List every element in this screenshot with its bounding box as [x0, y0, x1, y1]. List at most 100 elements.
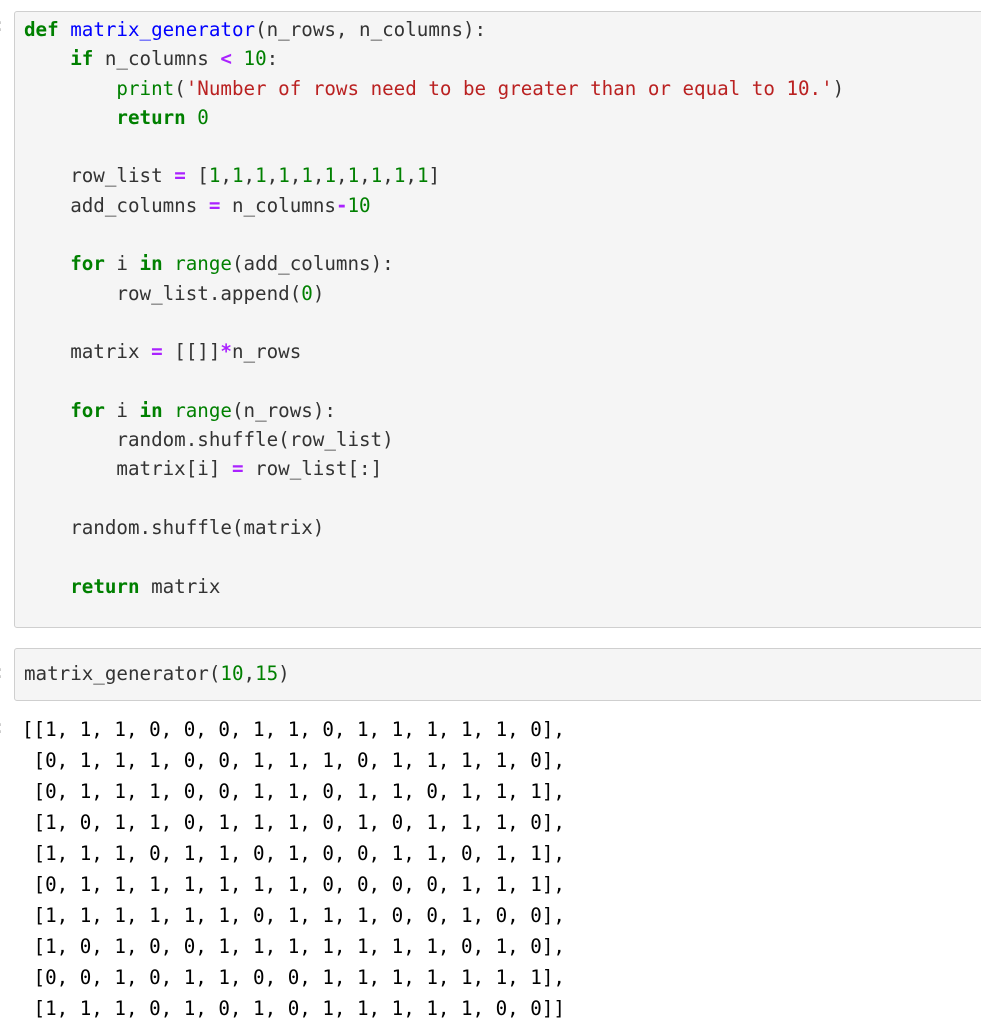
builtin-token: range: [174, 252, 232, 276]
code-text: random.shuffle(row_list): [24, 428, 394, 452]
code-text: [: [185, 164, 209, 188]
number-token: 1: [324, 164, 337, 188]
code-text: ,: [266, 164, 279, 188]
code-text: ,: [243, 164, 256, 188]
code-text: i: [104, 252, 140, 276]
number-token: 1: [370, 164, 383, 188]
keyword-token: return: [70, 574, 140, 598]
output-matrix-row: [1, 1, 1, 0, 1, 1, 0, 1, 0, 0, 1, 1, 0, …: [22, 842, 565, 865]
keyword-token: for: [70, 252, 105, 276]
operator-token: =: [208, 193, 221, 217]
number-token: 1: [347, 164, 360, 188]
number-token: 1: [416, 164, 429, 188]
cell-output-matrix: [[1, 1, 1, 0, 0, 0, 1, 1, 0, 1, 1, 1, 1,…: [22, 714, 565, 1024]
keyword-token: if: [70, 47, 94, 71]
number-token: 1: [393, 164, 406, 188]
code-text: ]: [428, 164, 441, 188]
code-text: ,: [405, 164, 417, 188]
code-line: matrix = [[]]*n_rows: [24, 337, 981, 366]
code-line: add_columns = n_columns-10: [24, 191, 981, 220]
output-matrix-row: [[1, 1, 1, 0, 0, 0, 1, 1, 0, 1, 1, 1, 1,…: [22, 718, 565, 741]
code-text: row_list[:]: [243, 457, 383, 481]
code-text: ,: [336, 164, 348, 188]
output-prompt: :: [0, 716, 5, 738]
output-matrix-row: [1, 1, 1, 1, 1, 1, 0, 1, 1, 1, 0, 0, 1, …: [22, 904, 565, 927]
keyword-token: in: [139, 252, 163, 276]
operator-token: *: [220, 340, 232, 364]
code-line: row_list.append(0): [24, 279, 981, 308]
code-text: matrix: [139, 574, 221, 598]
number-token: 1: [278, 164, 290, 188]
keyword-token: for: [70, 398, 105, 422]
code-editor[interactable]: matrix_generator(10,15): [15, 649, 981, 688]
code-text: n_columns: [93, 47, 221, 71]
code-text: matrix[i]: [24, 457, 232, 481]
code-text: ,: [220, 164, 232, 188]
code-text: ,: [289, 164, 302, 188]
builtin-token: range: [174, 398, 232, 422]
code-editor[interactable]: def matrix_generator(n_rows, n_columns):…: [15, 12, 981, 601]
output-matrix-row: [1, 1, 1, 0, 1, 0, 1, 0, 1, 1, 1, 1, 1, …: [22, 997, 565, 1020]
code-text: ): [832, 76, 845, 100]
code-text: ,: [382, 164, 394, 188]
code-text: i: [104, 398, 140, 422]
operator-token: <: [220, 47, 232, 71]
code-text: (add_columns):: [231, 252, 394, 276]
operator-token: -: [335, 193, 348, 217]
number-token: 10: [220, 662, 244, 685]
builtin-token: print: [116, 76, 175, 100]
code-text: n_rows: [231, 340, 302, 364]
code-line: ​: [24, 132, 981, 161]
code-text: matrix_generator(: [24, 662, 221, 685]
code-line: ​: [24, 542, 981, 571]
code-text: ,: [312, 164, 325, 188]
code-text: [[]]: [162, 340, 221, 364]
keyword-token: return: [116, 105, 186, 129]
number-token: 0: [197, 105, 209, 129]
number-token: 0: [301, 281, 313, 305]
output-matrix-row: [0, 1, 1, 1, 1, 1, 1, 1, 0, 0, 0, 0, 1, …: [22, 873, 565, 896]
code-line: random.shuffle(matrix): [24, 513, 981, 542]
code-line: for i in range(add_columns):: [24, 249, 981, 278]
code-cell-matrix-generator-definition[interactable]: def matrix_generator(n_rows, n_columns):…: [14, 11, 981, 628]
code-line: print('Number of rows need to be greater…: [24, 74, 981, 103]
code-text: random.shuffle(matrix): [24, 516, 325, 540]
code-line: random.shuffle(row_list): [24, 425, 981, 454]
code-line: row_list = [1,1,1,1,1,1,1,1,1,1]: [24, 161, 981, 190]
operator-token: =: [231, 457, 244, 481]
operator-token: =: [174, 164, 186, 188]
code-line: if n_columns < 10:: [24, 44, 981, 73]
code-text: ): [278, 662, 290, 685]
string-token: 'Number of rows need to be greater than …: [185, 76, 833, 100]
keyword-token: def: [24, 18, 59, 41]
code-line: matrix[i] = row_list[:]: [24, 454, 981, 483]
code-line: for i in range(n_rows):: [24, 396, 981, 425]
code-text: (n_rows, n_columns):: [255, 18, 487, 41]
output-matrix-row: [0, 1, 1, 1, 0, 0, 1, 1, 1, 0, 1, 1, 1, …: [22, 749, 565, 772]
code-text: ,: [359, 164, 371, 188]
code-line: def matrix_generator(n_rows, n_columns):: [24, 15, 981, 44]
code-text: (: [174, 76, 186, 100]
code-cell-matrix-generator-call[interactable]: matrix_generator(10,15): [14, 648, 981, 701]
code-text: ): [312, 281, 325, 305]
code-text: add_columns: [24, 193, 209, 217]
output-matrix-row: [0, 1, 1, 1, 0, 0, 1, 1, 0, 1, 1, 0, 1, …: [22, 780, 565, 803]
output-matrix-row: [0, 0, 1, 0, 1, 1, 0, 0, 1, 1, 1, 1, 1, …: [22, 966, 565, 989]
code-text: n_columns: [220, 193, 336, 217]
code-text: (n_rows):: [231, 398, 336, 422]
code-line: return matrix: [24, 572, 981, 601]
code-text: matrix: [24, 340, 152, 364]
output-matrix-row: [1, 0, 1, 0, 0, 1, 1, 1, 1, 1, 1, 1, 0, …: [22, 935, 565, 958]
code-line: ​: [24, 484, 981, 513]
number-token: 10: [347, 193, 371, 217]
code-text: :: [266, 47, 279, 71]
number-token: 1: [301, 164, 313, 188]
